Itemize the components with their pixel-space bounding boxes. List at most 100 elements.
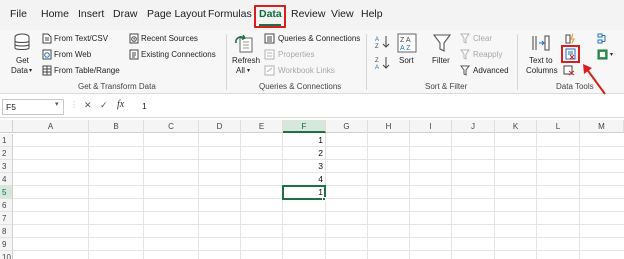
row-gridline [13,250,624,251]
svg-text:Z: Z [375,44,379,49]
group-divider [517,34,518,90]
row-gridline [13,211,624,212]
row-header-1[interactable]: 1 [0,134,13,147]
cell-f1[interactable]: 1 [283,134,323,147]
tab-insert[interactable]: Insert [78,7,104,21]
fill-handle[interactable] [322,197,326,201]
svg-text:Z: Z [375,58,379,64]
column-gridline [494,133,495,259]
cancel-icon[interactable]: ✕ [84,100,92,111]
consolidate-icon [597,33,606,44]
column-header-f[interactable]: F [283,120,326,133]
formula-input[interactable]: 1 [136,99,622,115]
text-file-icon [42,33,52,44]
table-icon [42,65,52,76]
cell-f2[interactable]: 2 [283,147,323,160]
tab-page-layout[interactable]: Page Layout [147,7,206,21]
select-all-corner[interactable] [0,120,13,133]
column-header-row: ABCDEFGHIJKLM [0,120,624,133]
sort-descending-icon: Z A [375,57,390,70]
group-label-sort-filter: Sort & Filter [425,82,468,91]
row-gridline [13,224,624,225]
sort-ascending-icon: A Z [375,36,390,49]
group-label-get-transform: Get & Transform Data [78,82,156,91]
row-header-10[interactable]: 10 [0,251,13,259]
tab-draw[interactable]: Draw [113,7,138,21]
column-gridline [198,133,199,259]
text-to-columns-label-2: Columns [526,66,558,75]
tab-data[interactable]: Data [259,7,282,21]
svg-text:Z A: Z A [400,37,411,44]
column-header-h[interactable]: H [368,120,410,133]
insert-function-icon[interactable]: fx [117,99,124,110]
connections-icon [129,49,139,60]
database-icon [14,33,30,50]
clear-filter-icon [460,33,470,44]
column-header-g[interactable]: G [326,120,368,133]
column-header-d[interactable]: D [199,120,241,133]
tab-file[interactable]: File [10,7,27,21]
funnel-icon [433,34,451,52]
queries-connections-label: Queries & Connections [278,34,361,43]
column-header-a[interactable]: A [13,120,89,133]
from-text-csv-label: From Text/CSV [54,34,109,43]
enter-icon[interactable]: ✓ [100,100,108,111]
chevron-down-icon: ▾ [610,52,614,58]
row-header-9[interactable]: 9 [0,238,13,251]
from-table-range-label: From Table/Range [54,66,120,75]
column-header-m[interactable]: M [580,120,624,133]
row-gridline [13,237,624,238]
column-header-b[interactable]: B [89,120,144,133]
row-header-5[interactable]: 5 [0,186,13,199]
column-header-k[interactable]: K [495,120,537,133]
tab-formulas[interactable]: Formulas [208,7,252,21]
column-header-i[interactable]: I [410,120,452,133]
row-header-8[interactable]: 8 [0,225,13,238]
column-gridline [409,133,410,259]
column-gridline [536,133,537,259]
chevron-down-icon: ▾ [247,68,251,74]
sort-dialog-icon: Z A A Z [397,33,417,53]
refresh-label-2: All [236,66,245,75]
column-gridline [143,133,144,259]
annotation-arrow-icon [583,64,606,95]
tab-help[interactable]: Help [361,7,383,21]
svg-text:A Z: A Z [400,45,411,52]
column-gridline [451,133,452,259]
text-to-columns-icon [532,35,550,51]
group-divider [226,34,227,90]
row-header-7[interactable]: 7 [0,212,13,225]
row-header-4[interactable]: 4 [0,173,13,186]
chevron-down-icon[interactable]: ▾ [55,100,59,108]
ribbon: Get Data ▾ From Text/CSV From Web From T… [0,30,624,95]
refresh-label-1: Refresh [232,56,261,65]
queries-icon [264,33,275,44]
svg-text:A: A [375,65,379,70]
spreadsheet-grid[interactable]: ABCDEFGHIJKLM 1 2 3 4 5 6 7 8 9 10 12341 [0,120,624,259]
svg-text:A: A [375,37,379,43]
column-gridline [240,133,241,259]
row-header-3[interactable]: 3 [0,160,13,173]
menu-bar: File Home Insert Draw Page Layout Formul… [0,0,624,30]
column-header-l[interactable]: L [537,120,580,133]
advanced-label: Advanced [473,66,509,75]
get-data-label-2: Data [11,66,28,75]
column-header-c[interactable]: C [144,120,199,133]
active-cell-border[interactable] [282,185,326,200]
clear-label: Clear [473,34,493,43]
cell-f3[interactable]: 3 [283,160,323,173]
data-model-icon [597,49,608,60]
existing-connections-label: Existing Connections [141,50,216,59]
tab-home[interactable]: Home [41,7,69,21]
column-header-e[interactable]: E [241,120,283,133]
properties-icon [264,49,275,60]
group-label-queries: Queries & Connections [259,82,342,91]
row-header-6[interactable]: 6 [0,199,13,212]
workbook-links-icon [264,65,275,76]
from-web-label: From Web [54,50,92,59]
tab-view[interactable]: View [331,7,354,21]
column-header-j[interactable]: J [452,120,495,133]
column-gridline [367,133,368,259]
row-header-2[interactable]: 2 [0,147,13,160]
tab-review[interactable]: Review [291,7,325,21]
